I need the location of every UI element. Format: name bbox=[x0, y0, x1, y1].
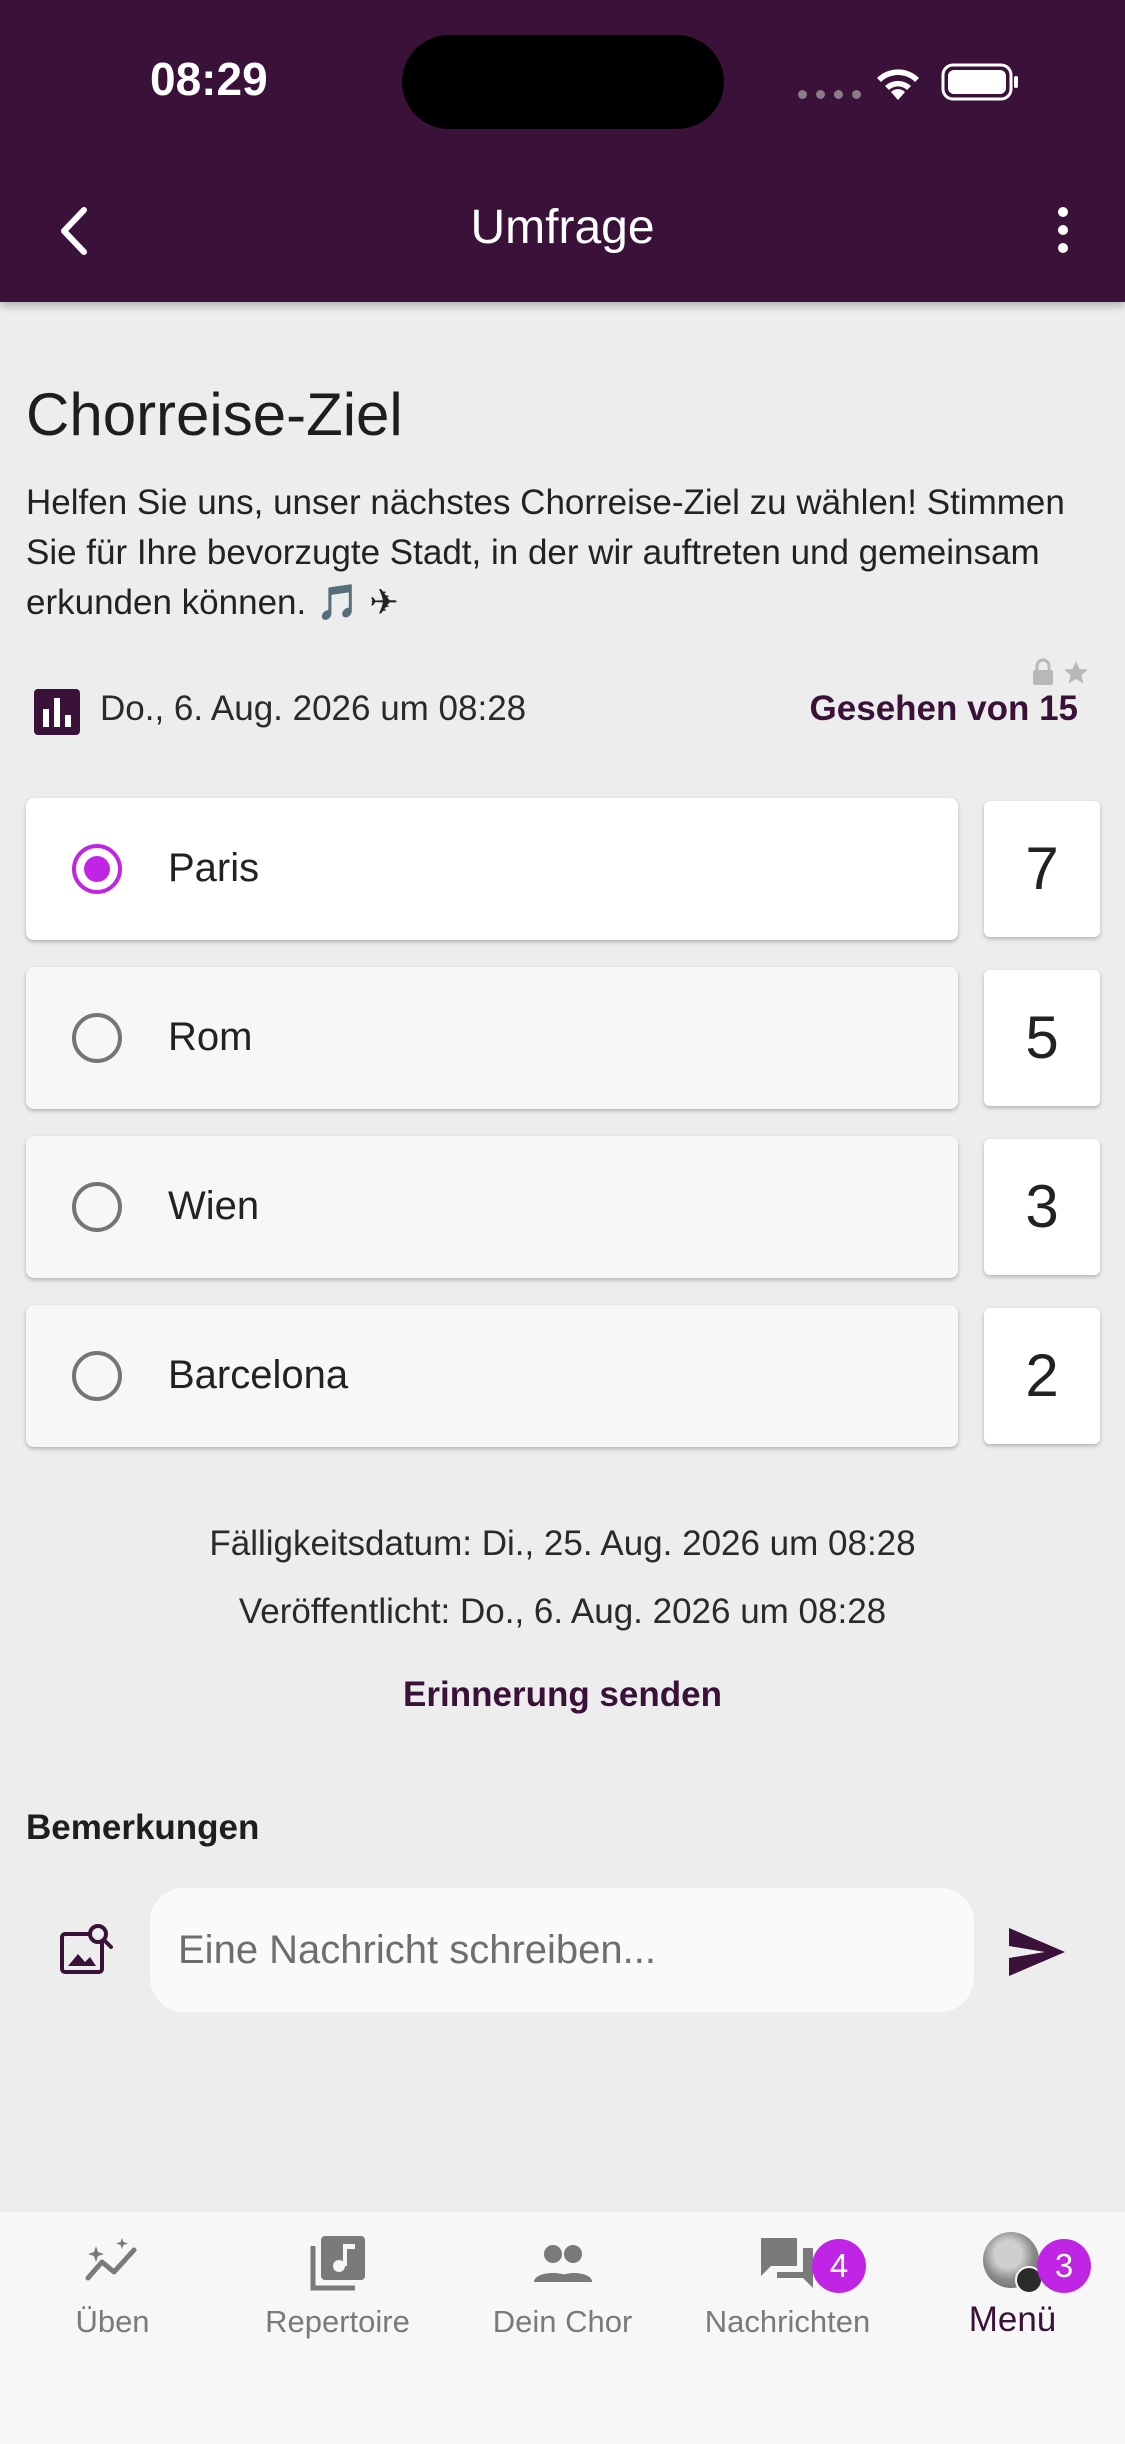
poll-option-paris[interactable]: Paris bbox=[26, 798, 958, 940]
dynamic-island bbox=[402, 35, 724, 129]
app-bar: 08:29 Umfrage bbox=[0, 0, 1125, 302]
nav-item-dein-chor[interactable]: Dein Chor bbox=[450, 2212, 675, 2362]
vote-count[interactable]: 7 bbox=[984, 801, 1100, 937]
nav-label: Üben bbox=[75, 2304, 150, 2339]
nav-item-nachrichten[interactable]: 4 Nachrichten bbox=[675, 2212, 900, 2362]
seen-by-link[interactable]: Gesehen von 15 bbox=[810, 689, 1078, 729]
lock-star-icon bbox=[1033, 658, 1088, 685]
poll-option-wien[interactable]: Wien bbox=[26, 1136, 958, 1278]
bottom-navigation: Üben Repertoire Dein Chor 4 Nachrichten bbox=[0, 2212, 1125, 2444]
poll-option-rom[interactable]: Rom bbox=[26, 967, 958, 1109]
add-image-icon[interactable] bbox=[56, 1920, 116, 1980]
nav-item-ueben[interactable]: Üben bbox=[0, 2212, 225, 2362]
poll-option-barcelona[interactable]: Barcelona bbox=[26, 1305, 958, 1447]
nav-label: Repertoire bbox=[265, 2304, 410, 2339]
radio-unselected-icon[interactable] bbox=[72, 1351, 122, 1401]
vote-count[interactable]: 5 bbox=[984, 970, 1100, 1106]
vote-count[interactable]: 3 bbox=[984, 1139, 1100, 1275]
message-input[interactable] bbox=[150, 1888, 974, 2012]
send-reminder-button[interactable]: Erinnerung senden bbox=[0, 1675, 1125, 1715]
nav-label: Nachrichten bbox=[704, 2304, 871, 2339]
nav-item-menu[interactable]: 3 Menü bbox=[900, 2212, 1125, 2362]
option-label: Barcelona bbox=[168, 1353, 349, 1397]
option-label: Rom bbox=[168, 1015, 253, 1059]
practice-chart-icon bbox=[85, 2238, 137, 2281]
poll-description: Helfen Sie uns, unser nächstes Chorreise… bbox=[26, 483, 1065, 622]
radio-unselected-icon[interactable] bbox=[72, 1013, 122, 1063]
due-date: Fälligkeitsdatum: Di., 25. Aug. 2026 um … bbox=[209, 1524, 916, 1563]
wifi-icon bbox=[877, 69, 919, 100]
remarks-heading: Bemerkungen bbox=[26, 1808, 260, 1847]
cellular-signal-icon bbox=[798, 90, 861, 99]
vote-count[interactable]: 2 bbox=[984, 1308, 1100, 1444]
page-title: Umfrage bbox=[470, 201, 655, 254]
poll-date: Do., 6. Aug. 2026 um 08:28 bbox=[100, 689, 527, 728]
published-date: Veröffentlicht: Do., 6. Aug. 2026 um 08:… bbox=[238, 1592, 887, 1631]
poll-title: Chorreise-Ziel bbox=[26, 381, 403, 448]
nav-label: Menü bbox=[968, 2300, 1057, 2339]
poll-meta: Do., 6. Aug. 2026 um 08:28 Gesehen von 1… bbox=[26, 685, 1106, 739]
unread-badge: 4 bbox=[812, 2239, 866, 2293]
option-label: Paris bbox=[168, 846, 260, 890]
music-library-icon bbox=[310, 2236, 365, 2291]
more-options-icon[interactable] bbox=[1040, 200, 1086, 260]
send-icon[interactable] bbox=[1005, 1922, 1069, 1982]
menu-badge: 3 bbox=[1037, 2239, 1091, 2293]
poll-chart-icon bbox=[34, 689, 80, 735]
radio-unselected-icon[interactable] bbox=[72, 1182, 122, 1232]
status-time: 08:29 bbox=[150, 53, 268, 105]
option-label: Wien bbox=[168, 1184, 260, 1228]
radio-selected-icon[interactable] bbox=[72, 844, 122, 894]
people-icon bbox=[534, 2245, 592, 2282]
battery-icon bbox=[941, 63, 1018, 101]
nav-item-repertoire[interactable]: Repertoire bbox=[225, 2212, 450, 2362]
nav-label: Dein Chor bbox=[492, 2304, 633, 2339]
chat-icon bbox=[761, 2238, 813, 2288]
